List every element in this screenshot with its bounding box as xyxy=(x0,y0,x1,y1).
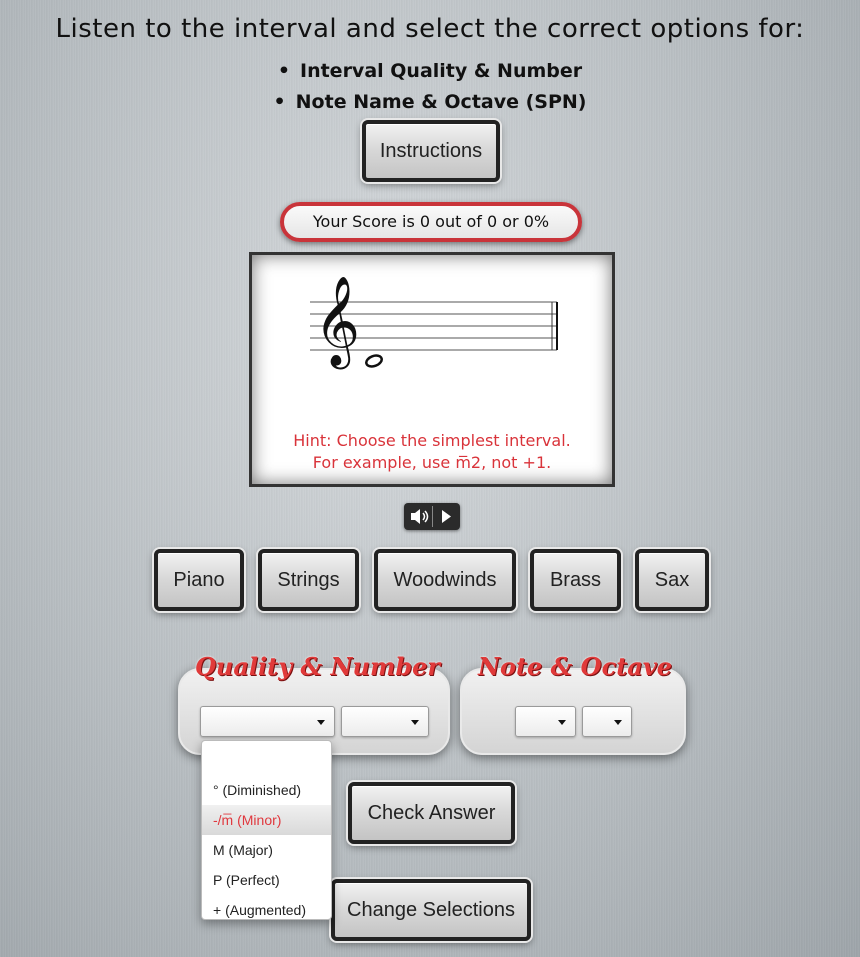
option-perfect[interactable]: P (Perfect) xyxy=(202,865,331,895)
instrument-woodwinds-label: Woodwinds xyxy=(393,569,497,591)
instrument-strings-label: Strings xyxy=(277,569,340,591)
treble-clef-icon: 𝄞 xyxy=(314,276,360,370)
bullet-interval-quality: Interval Quality & Number xyxy=(0,56,860,87)
page-title: Listen to the interval and select the co… xyxy=(55,14,805,44)
option-major[interactable]: M (Major) xyxy=(202,835,331,865)
whole-note-icon xyxy=(365,354,383,368)
instrument-piano-button[interactable]: Piano xyxy=(154,549,244,611)
instruction-list: Interval Quality & Number Note Name & Oc… xyxy=(0,56,860,118)
check-answer-button[interactable]: Check Answer xyxy=(348,782,515,844)
option-diminished[interactable]: ° (Diminished) xyxy=(202,775,331,805)
chevron-down-icon xyxy=(614,720,622,725)
music-staff: 𝄞 xyxy=(310,276,558,370)
instrument-brass-button[interactable]: Brass xyxy=(530,549,621,611)
hint-line-1: Hint: Choose the simplest interval. xyxy=(293,431,571,450)
instrument-strings-button[interactable]: Strings xyxy=(258,549,359,611)
quality-number-title: Quality & Number xyxy=(195,652,441,681)
chevron-down-icon xyxy=(558,720,566,725)
instrument-brass-label: Brass xyxy=(549,569,602,591)
instrument-woodwinds-button[interactable]: Woodwinds xyxy=(374,549,516,611)
audio-player xyxy=(404,503,460,530)
svg-text:𝄞: 𝄞 xyxy=(314,276,360,370)
bullet-note-name: Note Name & Octave (SPN) xyxy=(0,87,860,118)
chevron-down-icon xyxy=(317,720,325,725)
score-display: Your Score is 0 out of 0 or 0% xyxy=(280,202,582,242)
option-minor[interactable]: -/m̅ (Minor) xyxy=(202,805,331,835)
instrument-sax-label: Sax xyxy=(654,569,690,591)
option-augmented[interactable]: + (Augmented) xyxy=(202,895,331,925)
chevron-down-icon xyxy=(411,720,419,725)
check-answer-label: Check Answer xyxy=(367,802,496,824)
note-select[interactable] xyxy=(515,706,576,737)
quality-dropdown-menu: ° (Diminished) -/m̅ (Minor) M (Major) P … xyxy=(201,740,332,920)
number-select[interactable] xyxy=(341,706,429,737)
instrument-piano-label: Piano xyxy=(173,569,225,591)
hint-line-2: For example, use m̅2, not +1. xyxy=(312,453,552,472)
quality-select[interactable] xyxy=(200,706,335,737)
octave-select[interactable] xyxy=(582,706,632,737)
instructions-label: Instructions xyxy=(379,140,483,162)
note-octave-title: Note & Octave xyxy=(478,652,673,681)
instructions-button[interactable]: Instructions xyxy=(362,120,500,182)
hint-text: Hint: Choose the simplest interval. For … xyxy=(252,430,612,474)
change-selections-label: Change Selections xyxy=(347,899,515,921)
play-icon[interactable] xyxy=(432,503,460,530)
change-selections-button[interactable]: Change Selections xyxy=(331,879,531,941)
speaker-icon[interactable] xyxy=(404,503,432,530)
instrument-sax-button[interactable]: Sax xyxy=(635,549,709,611)
staff-panel: 𝄞 Hint: Choose the simplest interval. Fo… xyxy=(249,252,615,487)
